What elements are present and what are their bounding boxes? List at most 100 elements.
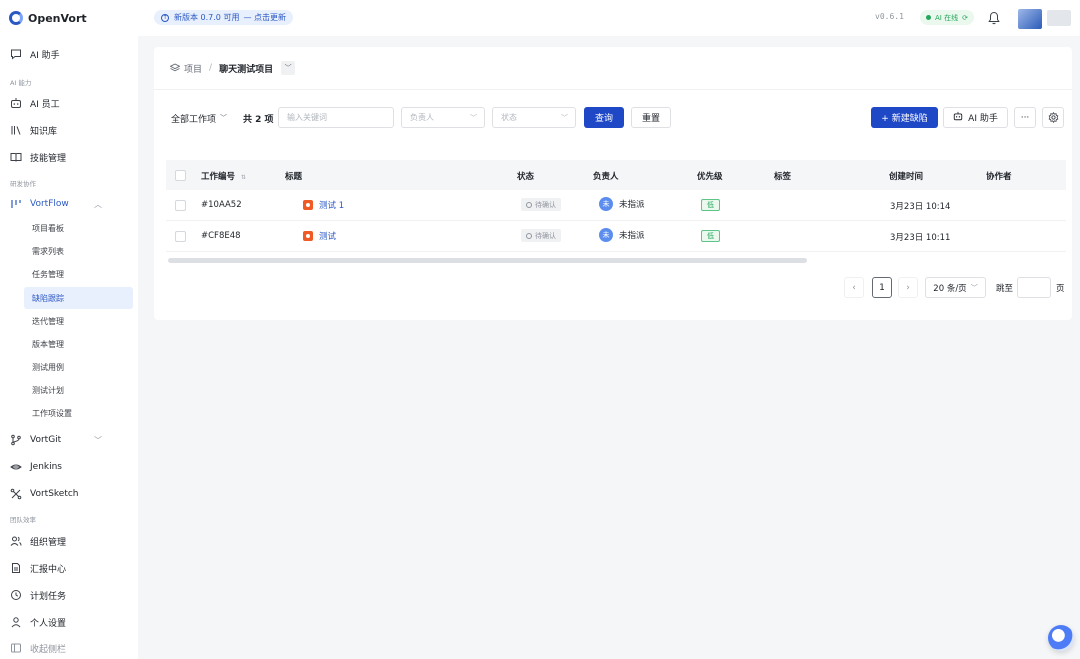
chevron-down-icon: ﹀ (561, 113, 568, 122)
sidebar-subitem-settings[interactable]: 工作项设置 (24, 402, 133, 424)
page-size-select[interactable]: 20 条/页 ﹀ (925, 277, 986, 298)
table-row[interactable]: #CF8E48 测试 待确认 未 未指派 低 3月23日 10:11 (166, 221, 1066, 252)
update-link[interactable]: — 点击更新 (243, 12, 286, 23)
gear-icon (1048, 112, 1058, 123)
sidebar-subitem-board[interactable]: 项目看板 (24, 217, 133, 239)
sort-icon[interactable]: ⇅ (241, 174, 246, 181)
new-bug-button[interactable]: + 新建缺陷 (871, 107, 938, 128)
bell-icon[interactable] (988, 11, 1000, 25)
sidebar-subitem-iterations[interactable]: 迭代管理 (24, 310, 133, 332)
user-avatar[interactable] (1018, 9, 1042, 29)
bug-icon (303, 231, 313, 241)
nav-group-team: 团队效率 (10, 516, 36, 524)
ai-status-badge[interactable]: AI 在线 ⟳ (920, 10, 974, 25)
ai-assistant-label: AI 助手 (968, 114, 998, 124)
status-select[interactable]: 状态 ﹀ (492, 107, 576, 128)
table-row[interactable]: #10AA52 测试 1 待确认 未 未指派 低 3月23日 10:14 (166, 190, 1066, 221)
project-switch-button[interactable]: ﹀ (281, 61, 296, 75)
column-header-tags: 标签 (774, 172, 792, 182)
kanban-icon (10, 198, 22, 210)
page-number-current[interactable]: 1 (872, 277, 892, 298)
row-created: 3月23日 10:14 (890, 202, 951, 212)
work-item-type-select[interactable]: 全部工作项 ﹀ (171, 112, 227, 125)
query-button[interactable]: 查询 (584, 107, 624, 128)
sidebar-item-label: AI 员工 (30, 99, 60, 110)
sidebar-collapse-button[interactable]: 收起侧栏 (0, 636, 138, 659)
status-placeholder: 状态 (501, 113, 517, 122)
row-title: 测试 (319, 232, 337, 242)
library-icon (10, 124, 22, 136)
sidebar-item-label: 技能管理 (30, 153, 67, 164)
reset-button[interactable]: 重置 (631, 107, 671, 128)
avatar: 未 (599, 228, 613, 242)
breadcrumb-root[interactable]: 项目 (184, 62, 202, 75)
sidebar-subitem-test-plans[interactable]: 测试计划 (24, 379, 133, 401)
breadcrumb-current: 聊天测试项目 (219, 64, 274, 75)
main-card: 项目 / 聊天测试项目 ﹀ 全部工作项 ﹀ 共 2 项 输入关键词 负责人 ﹀ … (154, 47, 1072, 320)
nav-group-ai: AI 能力 (10, 79, 32, 87)
jump-page-input[interactable] (1017, 277, 1051, 298)
assignee-cell[interactable]: 未 未指派 (599, 197, 645, 211)
sidebar-subitem-requirements[interactable]: 需求列表 (24, 240, 133, 262)
assignee-name: 未指派 (619, 231, 645, 241)
sidebar-item-vortsketch[interactable]: VortSketch (0, 482, 138, 506)
sidebar-item-skills[interactable]: 技能管理 (0, 145, 138, 169)
update-banner[interactable]: ↑ 新版本 0.7.0 可用 — 点击更新 (154, 10, 293, 25)
sidebar-item-jenkins[interactable]: Jenkins (0, 455, 138, 479)
document-icon (10, 562, 22, 574)
row-id: #CF8E48 (201, 231, 241, 241)
sidebar-item-label: 计划任务 (30, 591, 67, 602)
sidebar-subitem-versions[interactable]: 版本管理 (24, 333, 133, 355)
sidebar-item-ai-employee[interactable]: AI 员工 (0, 91, 138, 115)
chevron-up-icon: ︿ (94, 199, 102, 209)
priority-badge[interactable]: 低 (701, 199, 720, 211)
column-header-assignee: 负责人 (593, 172, 619, 182)
next-page-button[interactable]: › (898, 277, 918, 298)
user-name-placeholder[interactable] (1047, 10, 1071, 26)
column-header-id[interactable]: 工作编号 ⇅ (201, 170, 246, 182)
row-checkbox[interactable] (175, 231, 186, 242)
horizontal-scrollbar[interactable] (168, 258, 807, 263)
row-title: 测试 1 (319, 201, 345, 211)
sidebar-item-schedule[interactable]: 计划任务 (0, 583, 138, 607)
sidebar-subitem-bugs[interactable]: 缺陷跟踪 (24, 287, 133, 309)
floating-assistant-button[interactable] (1048, 625, 1074, 651)
refresh-icon[interactable]: ⟳ (962, 14, 968, 22)
sidebar-item-org[interactable]: 组织管理 (0, 529, 138, 553)
avatar: 未 (599, 197, 613, 211)
sidebar-item-personal[interactable]: 个人设置 (0, 610, 138, 634)
row-title-link[interactable]: 测试 1 (303, 199, 344, 211)
more-button[interactable]: ··· (1014, 107, 1036, 128)
type-select-value: 全部工作项 (171, 114, 217, 125)
page-size-value: 20 条/页 (933, 283, 967, 294)
sidebar-item-ai-assistant[interactable]: AI 助手 (0, 42, 138, 66)
pen-tool-icon (10, 488, 22, 500)
row-checkbox[interactable] (175, 200, 186, 211)
sidebar-item-label: Jenkins (30, 462, 63, 472)
keyword-input[interactable]: 输入关键词 (278, 107, 394, 128)
chevron-right-icon: › (906, 282, 910, 293)
collapse-icon (10, 642, 22, 654)
sidebar-item-vortflow[interactable]: VortFlow ︿ (0, 192, 138, 216)
priority-badge[interactable]: 低 (701, 230, 720, 242)
sidebar-item-vortgit[interactable]: VortGit ﹀ (0, 428, 138, 452)
sidebar-item-reports[interactable]: 汇报中心 (0, 556, 138, 580)
column-header-created: 创建时间 (889, 172, 924, 182)
assignee-select[interactable]: 负责人 ﹀ (401, 107, 485, 128)
robot-icon (953, 111, 963, 124)
status-badge[interactable]: 待确认 (521, 229, 561, 242)
sidebar-subitem-test-cases[interactable]: 测试用例 (24, 356, 133, 378)
app-name: OpenVort (28, 11, 87, 25)
sidebar-subitem-tasks[interactable]: 任务管理 (24, 263, 133, 285)
prev-page-button[interactable]: ‹ (844, 277, 864, 298)
assignee-cell[interactable]: 未 未指派 (599, 228, 645, 242)
row-title-link[interactable]: 测试 (303, 230, 336, 242)
status-badge[interactable]: 待确认 (521, 198, 561, 211)
column-header-priority: 优先级 (697, 172, 723, 182)
select-all-checkbox[interactable] (175, 170, 186, 181)
filter-toolbar: 全部工作项 ﹀ 共 2 项 (171, 107, 274, 129)
sidebar-item-knowledge[interactable]: 知识库 (0, 118, 138, 142)
app-logo[interactable]: OpenVort (9, 11, 87, 25)
settings-button[interactable] (1042, 107, 1064, 128)
ai-assistant-button[interactable]: AI 助手 (943, 107, 1008, 128)
